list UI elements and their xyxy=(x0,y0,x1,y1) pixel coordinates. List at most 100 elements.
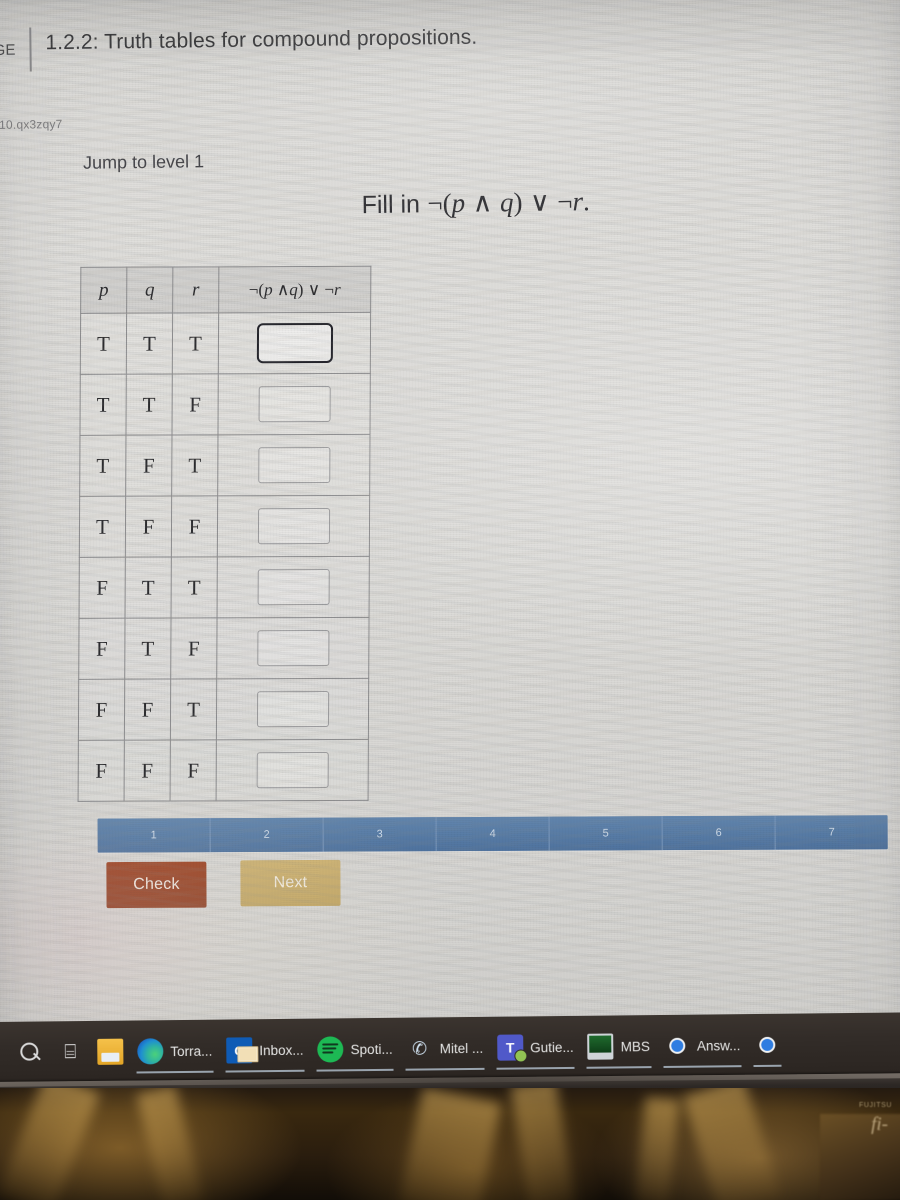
prompt-prefix: Fill in xyxy=(361,190,421,220)
truth-value-q: F xyxy=(125,435,172,497)
column-header-q: q xyxy=(126,267,173,314)
taskbar-item-inbox[interactable]: O Inbox... xyxy=(219,1027,311,1074)
background-light-streak xyxy=(398,1088,502,1200)
background-light-streak xyxy=(136,1088,204,1200)
progress-bar[interactable]: 1234567 xyxy=(97,815,888,853)
prompt-not-1: ¬ xyxy=(427,188,443,219)
file-explorer-icon[interactable] xyxy=(97,1038,124,1065)
breadcrumb[interactable]: GE xyxy=(0,42,16,59)
answer-input-row-5[interactable] xyxy=(257,568,330,606)
url-fragment: 62310.qx3zqy7 xyxy=(0,117,63,133)
progress-segment-5[interactable]: 5 xyxy=(549,816,663,851)
truth-value-r: F xyxy=(171,495,218,558)
windows-taskbar: ⌸ Torra... O Inbox... Spoti... ✆ Mitel ... T Gut… xyxy=(0,1012,900,1084)
progress-segment-2[interactable]: 2 xyxy=(210,817,324,853)
answer-cell[interactable] xyxy=(217,373,371,435)
chrome-icon[interactable] xyxy=(664,1033,690,1059)
truth-value-r: T xyxy=(172,312,219,375)
activity-prompt: Fill in ¬(p ∧ q) ∨ ¬r. xyxy=(361,186,590,220)
header-not-2: ¬ xyxy=(324,279,335,299)
truth-value-q: T xyxy=(124,618,172,680)
progress-segment-7[interactable]: 7 xyxy=(775,815,888,850)
header-var-p: p xyxy=(264,279,273,299)
table-row: TTF xyxy=(79,373,371,436)
table-row: FTF xyxy=(78,617,370,680)
progress-segment-4[interactable]: 4 xyxy=(436,816,550,852)
prompt-period: . xyxy=(582,186,590,217)
progress-segment-3[interactable]: 3 xyxy=(323,817,437,852)
truth-value-p: T xyxy=(80,313,127,375)
answer-input-row-3[interactable] xyxy=(257,446,330,484)
teams-icon[interactable]: T xyxy=(497,1034,524,1061)
mitel-phone-icon[interactable]: ✆ xyxy=(406,1035,432,1061)
table-row: FTT xyxy=(79,556,370,619)
background-light-streak xyxy=(510,1088,576,1200)
answer-cell[interactable] xyxy=(216,617,370,679)
truth-table: p q r ¬(p ∧q) ∨ ¬r TTTTTFTFTTFFFTTFTFFFT… xyxy=(77,265,372,802)
scanner-brand-label: FUJITSU xyxy=(859,1102,892,1109)
truth-table-container: p q r ¬(p ∧q) ∨ ¬r TTTTTFTFTTFFFTTFTFFFT… xyxy=(77,265,372,802)
answer-input-row-8[interactable] xyxy=(256,751,329,789)
check-button[interactable]: Check xyxy=(106,861,207,909)
truth-value-r: T xyxy=(171,434,218,497)
taskbar-item-mitel[interactable]: ✆ Mitel ... xyxy=(399,1025,490,1072)
prompt-and: ∧ xyxy=(472,187,493,218)
search-icon[interactable] xyxy=(17,1039,43,1065)
answer-cell[interactable] xyxy=(216,739,369,801)
answer-cell[interactable] xyxy=(216,678,369,740)
taskbar-item-label: Mitel ... xyxy=(439,1040,484,1056)
taskbar-item-spoti[interactable]: Spoti... xyxy=(310,1026,400,1073)
spotify-wave xyxy=(322,1043,339,1046)
truth-value-p: F xyxy=(78,740,125,802)
header-not-1: ¬ xyxy=(248,279,259,299)
answer-cell[interactable] xyxy=(217,556,370,618)
taskbar-item-task-view-icon[interactable]: ⌸ xyxy=(50,1029,90,1075)
taskbar-item-label: Spoti... xyxy=(350,1041,393,1057)
spotify-wave xyxy=(322,1051,334,1054)
taskbar-item-file-explorer-icon[interactable] xyxy=(90,1029,130,1075)
jump-to-level-link[interactable]: Jump to level 1 xyxy=(83,151,204,174)
table-row: FFT xyxy=(78,678,369,741)
truth-value-r: F xyxy=(171,373,219,436)
header-var-r: r xyxy=(333,279,341,299)
progress-segment-6[interactable]: 6 xyxy=(662,815,776,851)
answer-input-row-1[interactable] xyxy=(256,322,333,364)
background-room: FUJITSU fi- xyxy=(0,1088,900,1200)
taskbar-item-label: Torra... xyxy=(170,1043,213,1059)
edge-icon[interactable] xyxy=(137,1038,164,1065)
answer-input-row-4[interactable] xyxy=(257,507,330,545)
task-view-icon[interactable]: ⌸ xyxy=(57,1039,83,1065)
answer-input-row-6[interactable] xyxy=(256,629,329,667)
taskbar-item-search-icon[interactable] xyxy=(10,1029,50,1075)
taskbar-item-chrome-icon[interactable] xyxy=(747,1022,787,1068)
answer-cell[interactable] xyxy=(217,434,370,496)
screen-content: GE 1.2.2: Truth tables for compound prop… xyxy=(0,0,900,1090)
truth-value-p: F xyxy=(79,557,126,619)
progress-segment-1[interactable]: 1 xyxy=(97,818,211,853)
answer-input-row-7[interactable] xyxy=(256,690,329,728)
answer-cell[interactable] xyxy=(218,312,371,374)
taskbar-item-mbs[interactable]: MBS xyxy=(580,1023,657,1070)
taskbar-item-label: Inbox... xyxy=(259,1042,304,1058)
taskbar-item-torra[interactable]: Torra... xyxy=(130,1028,219,1075)
truth-value-q: T xyxy=(125,374,173,436)
header-var-q: q xyxy=(289,279,298,299)
chrome-icon[interactable] xyxy=(754,1032,780,1058)
taskbar-item-label: MBS xyxy=(620,1038,651,1054)
next-button[interactable]: Next xyxy=(240,859,341,907)
answer-cell[interactable] xyxy=(217,495,370,557)
table-row: TFT xyxy=(79,434,370,497)
column-header-expression: ¬(p ∧q) ∨ ¬r xyxy=(218,266,371,313)
table-row: FFF xyxy=(78,739,369,802)
taskbar-item-answ[interactable]: Answ... xyxy=(657,1022,748,1069)
outlook-icon[interactable]: O xyxy=(226,1037,253,1064)
truth-table-header-row: p q r ¬(p ∧q) ∨ ¬r xyxy=(80,266,371,314)
truth-value-q: F xyxy=(125,496,172,558)
answer-input-row-2[interactable] xyxy=(258,385,331,423)
spotify-icon[interactable] xyxy=(317,1036,344,1063)
background-light-streak xyxy=(0,1088,101,1200)
monitor-icon[interactable] xyxy=(587,1033,614,1060)
column-header-p: p xyxy=(80,267,127,314)
table-row: TTT xyxy=(80,312,371,375)
taskbar-item-gutie[interactable]: T Gutie... xyxy=(490,1024,581,1071)
